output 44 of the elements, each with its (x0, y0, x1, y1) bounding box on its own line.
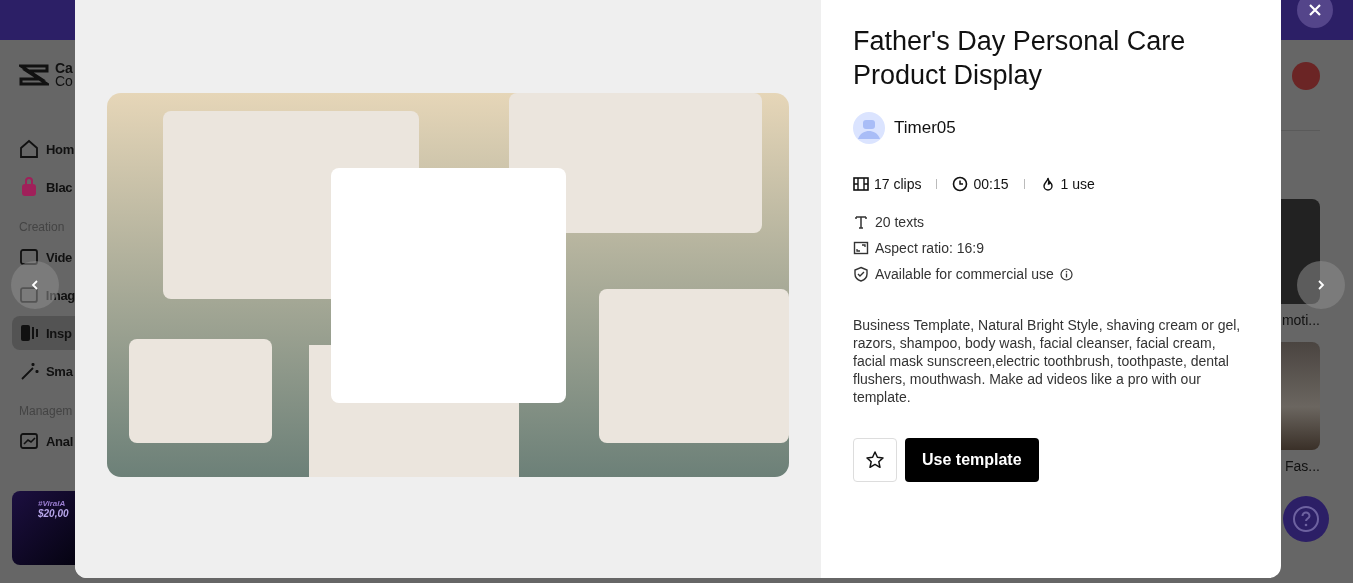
nav-icon (18, 430, 40, 452)
sidebar-item[interactable]: Sma (12, 354, 75, 388)
logo-text: Ca (55, 62, 73, 75)
help-button[interactable] (1283, 496, 1329, 542)
clock-icon (952, 176, 969, 192)
detail-text: 20 texts (875, 214, 925, 230)
sidebar-item[interactable]: Insp (12, 316, 75, 350)
template-title: Father's Day Personal Care Product Display (853, 25, 1187, 92)
chevron-left-icon (29, 279, 41, 291)
nav-icon (18, 246, 40, 268)
description: Business Template, Natural Bright Style, shaving cream or gel, razors, shampoo, body wash, facial cleanser, facial cream, facial mask sunscreen,electric toothbrush, toothpaste, dental flushers, mouthwash. Make ad videos like a pro with our template. (853, 316, 1242, 406)
card-caption: Fas... (1285, 458, 1320, 474)
chevron-right-icon (1315, 279, 1327, 291)
logo-icon (19, 63, 49, 87)
sidebar-item[interactable]: Blac (12, 170, 75, 204)
detail-text: Aspect ratio: 16:9 (875, 240, 984, 256)
use-template-button[interactable]: Use template (905, 438, 1039, 482)
sidebar-item[interactable]: Vide (12, 240, 75, 274)
author-name[interactable]: Timer05 (894, 118, 956, 138)
promo-amount: $20,00 (38, 508, 70, 519)
aspect-ratio-icon (853, 240, 869, 256)
nav-icon (18, 138, 40, 160)
shield-check-icon (853, 266, 869, 282)
stat-text: 17 clips (874, 176, 922, 192)
close-icon (1308, 3, 1322, 17)
next-button[interactable] (1297, 261, 1345, 309)
info-icon[interactable] (1059, 267, 1073, 281)
sidebar-item[interactable]: Imag (12, 278, 75, 312)
logo-text: Co (55, 75, 73, 88)
stat-text: 00:15 (973, 176, 1009, 192)
text-icon (853, 214, 869, 230)
favorite-button[interactable] (853, 438, 897, 482)
film-icon (853, 176, 869, 192)
star-icon (865, 450, 885, 470)
nav-icon (18, 284, 40, 306)
detail-text: Available for commercial use (875, 266, 1054, 282)
promo-banner[interactable]: #ViralA $20,00 (12, 491, 75, 565)
sidebar-item[interactable]: Anal (12, 424, 75, 458)
nav-icon (18, 322, 40, 344)
help-icon (1292, 505, 1320, 533)
card-caption: moti... (1281, 312, 1320, 328)
stat-text: 1 use (1060, 176, 1095, 192)
sidebar-item[interactable]: Hom (12, 132, 75, 166)
promo-hashtag: #ViralA (38, 499, 67, 508)
